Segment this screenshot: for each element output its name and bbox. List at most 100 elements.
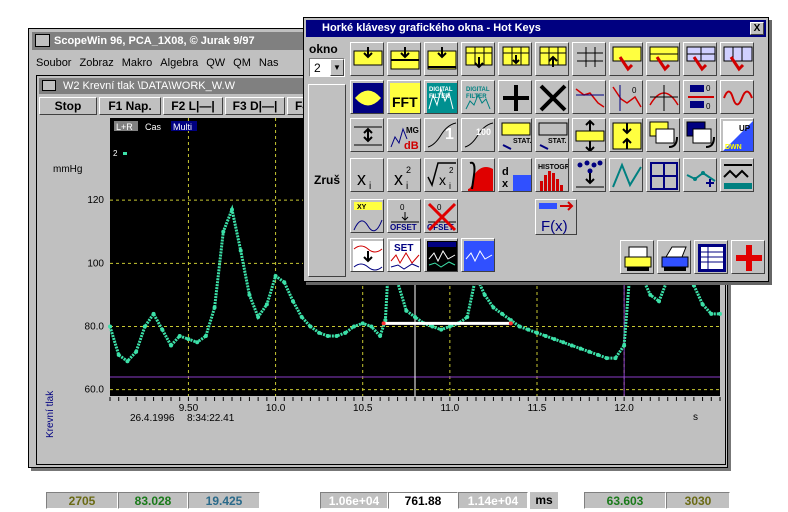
cursor-start-marker[interactable] (381, 321, 386, 326)
y-tick-label: 80.0 (85, 322, 105, 333)
time-label: 8:34:22.41 (187, 413, 235, 424)
legend-lr[interactable]: L+R (116, 122, 133, 132)
derivative-icon[interactable]: dx (498, 158, 532, 192)
zigzag-icon[interactable] (609, 158, 643, 192)
mg-db-icon[interactable]: MG dB (387, 118, 421, 152)
zoom-red-mid-icon[interactable] (646, 42, 680, 76)
menu-zobraz[interactable]: Zobraz (75, 53, 117, 69)
function-button[interactable]: F(x) (535, 199, 577, 235)
zero-bars-icon[interactable]: 00 (683, 80, 717, 114)
okno-value: 2 (314, 61, 321, 75)
fit-top-icon[interactable] (350, 42, 384, 76)
menu-soubor[interactable]: Soubor (32, 53, 75, 69)
points-line-icon[interactable] (683, 158, 717, 192)
svg-text:HISTOGR.: HISTOGR. (538, 164, 569, 171)
wave-red-icon[interactable] (720, 80, 754, 114)
ofset-cancel-icon[interactable]: 0 OFSET (424, 199, 458, 233)
trace-point (264, 302, 269, 307)
menu-qm[interactable]: QM (229, 53, 255, 69)
child-window-title: W2 Krevní tlak \DATA\WORK_W.W (63, 80, 235, 92)
grid-lines-icon[interactable] (572, 42, 606, 76)
zigzag-bars-icon[interactable] (720, 158, 754, 192)
print-color-icon[interactable] (657, 240, 691, 274)
menu-algebra[interactable]: Algebra (156, 53, 202, 69)
cursor-end-marker[interactable] (508, 321, 513, 326)
zrus-button[interactable]: Zruš (308, 84, 346, 277)
svg-text:F(x): F(x) (541, 218, 568, 235)
close-button[interactable]: X (750, 22, 764, 35)
plus-icon[interactable] (498, 80, 532, 114)
signal-window-icon[interactable] (424, 238, 458, 272)
trace-point (203, 333, 208, 338)
spread-icon[interactable] (350, 118, 384, 152)
grid-up-icon[interactable] (535, 42, 569, 76)
system-menu-icon[interactable] (35, 34, 50, 47)
help-plus-icon[interactable] (731, 240, 765, 274)
svg-text:dB: dB (404, 140, 419, 152)
x-index-icon[interactable]: xi (350, 158, 384, 192)
f2-button[interactable]: F2 L|—| (163, 97, 223, 115)
fit-middle-icon[interactable] (387, 42, 421, 76)
scale-hundred-icon[interactable]: 100 (461, 118, 495, 152)
okno-label: okno (309, 42, 338, 56)
x-squared-icon[interactable]: x2 i (387, 158, 421, 192)
trace-point (691, 283, 696, 288)
x-tick-label: 12.0 (614, 403, 634, 414)
filter-fft-icon[interactable]: FFT (387, 80, 421, 114)
menu-nastaveni[interactable]: Nas (255, 53, 283, 69)
up-down-icon[interactable]: UP DWN (720, 118, 754, 152)
scale-one-icon[interactable]: 1 (424, 118, 458, 152)
trace-point (578, 346, 583, 351)
svg-text:2: 2 (406, 165, 411, 175)
menu-makro[interactable]: Makro (118, 53, 157, 69)
svg-text:FFT: FFT (392, 94, 418, 110)
digital-filter-2-icon[interactable]: DIGITAL FILTER (461, 80, 495, 114)
menu-qw[interactable]: QW (202, 53, 229, 69)
hotkeys-title-bar[interactable]: Horké klávesy grafického okna - Hot Keys (306, 20, 766, 37)
child-system-menu-icon[interactable] (42, 80, 56, 91)
digital-filter-icon[interactable]: DIGITAL FILTER (424, 80, 458, 114)
windows-copy-icon[interactable] (683, 118, 717, 152)
legend-multi[interactable]: Multi (173, 122, 192, 132)
svg-text:FILTER: FILTER (429, 94, 450, 100)
set-icon[interactable]: SET (387, 238, 421, 272)
cross-icon[interactable] (535, 80, 569, 114)
wave-compare-icon[interactable] (350, 238, 384, 272)
grid-red-small-icon[interactable] (720, 42, 754, 76)
table-view-icon[interactable] (694, 240, 728, 274)
grid-red-icon[interactable] (683, 42, 717, 76)
print-icon[interactable] (620, 240, 654, 274)
windows-cascade-icon[interactable] (646, 118, 680, 152)
ofset-icon[interactable]: 0 OFSET (387, 199, 421, 233)
svg-text:100: 100 (476, 127, 491, 137)
fit-bottom-icon[interactable] (424, 42, 458, 76)
scatter-icon[interactable] (572, 158, 606, 192)
integral-icon[interactable] (461, 158, 495, 192)
legend-cas[interactable]: Cas (145, 122, 162, 132)
svg-text:UP: UP (739, 124, 751, 133)
x-tick-labels: 9.50 10.0 10.5 11.0 11.5 12.0 (109, 397, 721, 414)
sqrt-icon[interactable]: x2 i (424, 158, 458, 192)
stat-2-icon[interactable]: STAT. (535, 118, 569, 152)
signal-blue-icon[interactable] (461, 238, 495, 272)
okno-select[interactable]: 2 ▼ (309, 58, 345, 77)
trend-down-icon[interactable] (572, 80, 606, 114)
f3-button[interactable]: F3 D|—| (225, 97, 285, 115)
chevron-down-icon[interactable]: ▼ (330, 59, 344, 76)
grid-down-icon[interactable] (461, 42, 495, 76)
status-value-1: 2705 (46, 492, 118, 509)
expand-vertical-icon[interactable] (572, 118, 606, 152)
trend-zero-icon[interactable]: 0 (609, 80, 643, 114)
xy-icon[interactable]: XY (350, 199, 384, 233)
grid-fill-icon[interactable] (498, 42, 532, 76)
histogram-icon[interactable]: HISTOGR. (535, 158, 569, 192)
zoom-red-icon[interactable] (609, 42, 643, 76)
trend-cross-icon[interactable] (646, 80, 680, 114)
compress-vertical-icon[interactable] (609, 118, 643, 152)
envelope-icon[interactable] (350, 80, 384, 114)
crosshair-icon[interactable] (646, 158, 680, 192)
stop-button[interactable]: Stop (39, 97, 97, 115)
stat-icon[interactable]: STAT. (498, 118, 532, 152)
f1-button[interactable]: F1 Nap. (99, 97, 161, 115)
hotkeys-window: Horké klávesy grafického okna - Hot Keys… (303, 17, 769, 282)
